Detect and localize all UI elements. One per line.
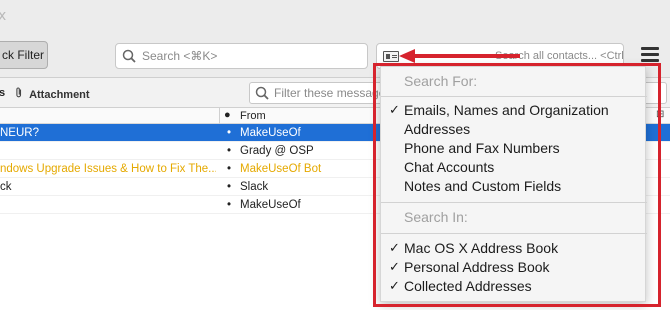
read-dot-icon[interactable]: •	[227, 124, 231, 142]
read-dot-icon[interactable]: •	[227, 178, 231, 196]
title-bar: x	[0, 0, 670, 34]
message-sender: Grady @ OSP	[240, 145, 314, 157]
message-sender: Slack	[240, 181, 269, 193]
annotation-highlight-box	[373, 63, 661, 307]
column-divider[interactable]	[219, 108, 220, 124]
message-subject: ck	[0, 181, 12, 193]
quick-filter-button[interactable]: ck Filter	[0, 41, 48, 69]
app-menu-icon[interactable]	[641, 47, 659, 63]
search-messages-placeholder: Search <⌘K>	[142, 49, 218, 63]
read-dot-icon[interactable]: •	[227, 142, 231, 160]
paperclip-icon	[15, 87, 26, 101]
message-sender: MakeUseOf Bot	[240, 163, 322, 175]
attachment-filter-button[interactable]: Attachment	[15, 87, 90, 101]
annotation-arrow-icon	[399, 49, 520, 63]
search-icon	[122, 44, 136, 76]
read-dot-icon[interactable]: •	[227, 196, 231, 214]
search-messages-input[interactable]: Search <⌘K>	[115, 43, 368, 69]
attachment-label: Attachment	[29, 89, 90, 101]
filter-toggle-partial[interactable]: s	[0, 87, 5, 99]
from-column-header[interactable]: From	[240, 110, 266, 122]
window-close-glyph[interactable]: x	[0, 8, 6, 24]
message-sender: MakeUseOf	[240, 199, 301, 211]
message-subject: NEUR?	[0, 127, 39, 139]
address-card-icon[interactable]	[383, 51, 399, 62]
read-dot-icon[interactable]: •	[227, 160, 231, 178]
message-subject: ndows Upgrade Issues & How to Fix The...	[0, 163, 216, 175]
filter-search-icon	[255, 83, 269, 103]
read-status-column-icon[interactable]: ●	[224, 109, 231, 121]
message-sender: MakeUseOf	[240, 127, 301, 139]
